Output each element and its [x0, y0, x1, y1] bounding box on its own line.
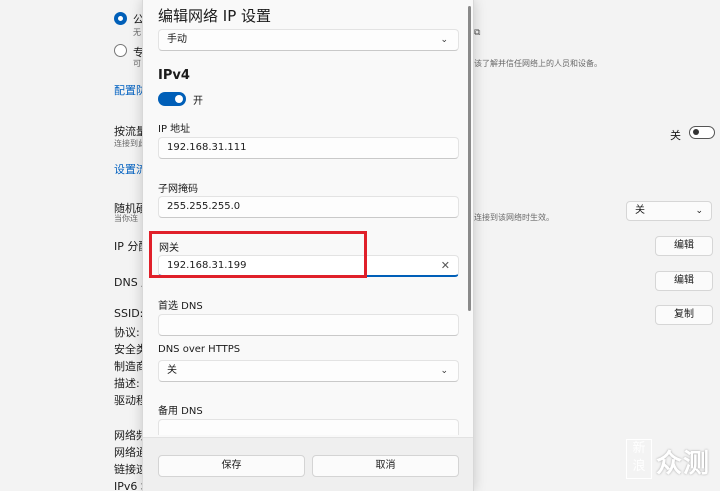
cancel-button[interactable]: 取消	[312, 455, 459, 477]
random-hw-desc: 当你连	[114, 214, 138, 223]
prop-ssid: SSID:	[114, 307, 144, 320]
gateway-highlight-box	[149, 231, 367, 278]
preferred-dns-input[interactable]	[158, 314, 459, 336]
dns-over-https-select[interactable]: 关 ⌄	[158, 360, 459, 382]
prop-description: 描述:	[114, 377, 140, 390]
clear-icon[interactable]: ✕	[441, 256, 450, 276]
profile-public-radio[interactable]	[114, 12, 127, 25]
profile-private-desc: 可	[133, 59, 141, 68]
dns-over-https-value: 关	[167, 365, 177, 376]
chevron-down-icon: ⌄	[440, 35, 448, 45]
metered-toggle-label: 关	[670, 129, 681, 142]
ipv4-heading: IPv4	[158, 68, 190, 83]
preferred-dns-label: 首选 DNS	[158, 301, 203, 312]
dialog-footer: 保存 取消	[143, 437, 473, 491]
dialog-scrollbar[interactable]	[468, 6, 471, 311]
dns-assign-edit-button[interactable]: 编辑	[655, 271, 713, 291]
alternate-dns-input[interactable]	[158, 419, 459, 435]
alternate-dns-label: 备用 DNS	[158, 406, 203, 417]
metered-toggle[interactable]	[689, 126, 715, 139]
prop-protocol: 协议:	[114, 326, 140, 339]
ipv4-toggle[interactable]	[158, 92, 186, 106]
chevron-down-icon: ⌄	[695, 206, 703, 216]
random-hw-desc-right: 连接到该网络时生效。	[474, 213, 554, 222]
dns-over-https-label: DNS over HTTPS	[158, 344, 241, 355]
profile-private-desc-right: 该了解并信任网络上的人员和设备。	[474, 59, 602, 68]
ip-assign-edit-button[interactable]: 编辑	[655, 236, 713, 256]
ext-link-icon: ⧉	[474, 28, 481, 38]
random-hw-select[interactable]: 关 ⌄	[626, 201, 712, 221]
random-hw-select-value: 关	[635, 205, 645, 216]
ipv4-toggle-label: 开	[193, 96, 203, 107]
ip-mode-select[interactable]: 手动 ⌄	[158, 29, 459, 51]
dialog-title: 编辑网络 IP 设置	[158, 7, 272, 25]
copy-button[interactable]: 复制	[655, 305, 713, 325]
watermark: 新浪 众测	[626, 437, 712, 481]
watermark-text: 众测	[656, 449, 711, 479]
ip-mode-value: 手动	[167, 34, 187, 45]
ip-address-label: IP 地址	[158, 124, 191, 135]
subnet-mask-label: 子网掩码	[158, 184, 198, 195]
ip-address-input[interactable]: 192.168.31.111	[158, 137, 459, 159]
subnet-mask-input[interactable]: 255.255.255.0	[158, 196, 459, 218]
chevron-down-icon: ⌄	[440, 366, 448, 376]
profile-private-radio[interactable]	[114, 44, 127, 57]
save-button[interactable]: 保存	[158, 455, 305, 477]
watermark-logo: 新浪	[626, 439, 652, 479]
profile-public-desc: 无	[133, 28, 141, 37]
